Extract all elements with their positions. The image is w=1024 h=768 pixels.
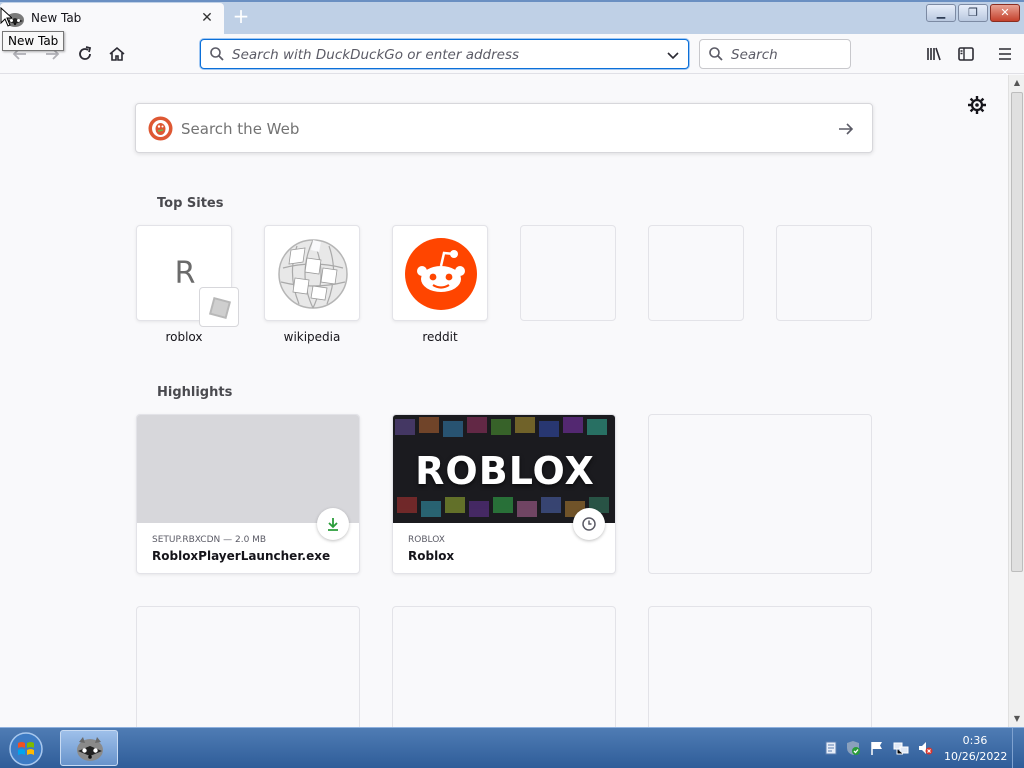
top-site-reddit[interactable] xyxy=(392,225,488,321)
top-site-label-reddit[interactable]: reddit xyxy=(392,330,488,344)
tab-tooltip: New Tab xyxy=(2,31,65,51)
windows-logo-icon xyxy=(9,732,43,766)
restore-icon: ❐ xyxy=(968,6,978,19)
search-bar[interactable] xyxy=(699,39,851,69)
reload-icon xyxy=(79,46,92,60)
web-search-input[interactable] xyxy=(181,119,781,139)
window-restore-button[interactable]: ❐ xyxy=(958,4,988,22)
system-tray xyxy=(818,734,938,762)
tab-strip: New Tab ✕ + ▁ ❐ ✕ xyxy=(0,0,1024,35)
flag-icon[interactable] xyxy=(869,740,885,756)
clock-time[interactable]: 0:36 xyxy=(944,734,1006,747)
highlight-thumbnail xyxy=(137,415,359,523)
sidebar-icon xyxy=(958,47,974,61)
volume-muted-icon[interactable] xyxy=(917,740,933,756)
top-sites-heading: Top Sites xyxy=(157,196,224,211)
highlight-card-roblox[interactable]: ROBLOX ROBLOX Roblox xyxy=(392,414,616,574)
top-site-roblox[interactable]: R xyxy=(136,225,239,327)
top-site-empty xyxy=(648,225,744,321)
reddit-icon xyxy=(405,238,477,310)
show-desktop-button[interactable] xyxy=(1012,728,1024,768)
library-icon xyxy=(927,47,941,61)
site-letter: R xyxy=(174,256,196,291)
highlight-card-empty xyxy=(136,606,360,727)
top-site-empty xyxy=(776,225,872,321)
highlight-card-download[interactable]: SETUP.RBXCDN — 2.0 MB RobloxPlayerLaunch… xyxy=(136,414,360,574)
top-site-label-roblox[interactable]: roblox xyxy=(136,330,232,344)
new-tab-plus-icon[interactable]: + xyxy=(230,6,252,28)
clock-icon xyxy=(573,508,605,540)
highlight-card-empty xyxy=(392,606,616,727)
nav-toolbar xyxy=(0,34,1024,74)
arrow-right-icon[interactable] xyxy=(836,119,856,139)
network-icon[interactable] xyxy=(893,740,909,756)
scrollbar-thumb[interactable] xyxy=(1011,92,1023,572)
security-shield-icon[interactable] xyxy=(845,740,861,756)
reload-button[interactable] xyxy=(71,40,99,68)
highlight-source: SETUP.RBXCDN — 2.0 MB xyxy=(152,535,267,545)
top-site-label-wikipedia[interactable]: wikipedia xyxy=(264,330,360,344)
window-close-button[interactable]: ✕ xyxy=(990,4,1020,22)
address-input[interactable] xyxy=(232,46,652,64)
mouse-cursor-icon xyxy=(0,7,12,27)
gear-icon[interactable] xyxy=(967,95,987,115)
download-icon xyxy=(317,508,349,540)
tab-close-icon[interactable]: ✕ xyxy=(198,9,216,27)
raccoon-icon xyxy=(77,737,103,761)
search-icon xyxy=(210,47,224,61)
search-icon xyxy=(709,47,723,61)
top-site-wikipedia[interactable] xyxy=(264,225,360,321)
close-icon: ✕ xyxy=(1000,6,1010,19)
highlight-source: ROBLOX xyxy=(408,535,445,545)
roblox-icon xyxy=(199,287,239,327)
address-bar[interactable] xyxy=(200,39,689,69)
scroll-down-arrow-icon[interactable]: ▼ xyxy=(1009,711,1024,727)
home-icon xyxy=(109,46,125,61)
search-input[interactable] xyxy=(731,46,841,64)
highlights-heading: Highlights xyxy=(157,385,233,400)
vertical-scrollbar[interactable]: ▲ ▼ xyxy=(1008,75,1024,727)
highlight-title: Roblox xyxy=(408,549,455,563)
tab-title: New Tab xyxy=(31,11,82,25)
library-button[interactable] xyxy=(920,40,948,68)
clock-date[interactable]: 10/26/2022 xyxy=(944,750,1007,763)
wikipedia-globe-icon xyxy=(278,239,348,309)
windows-taskbar: 0:36 10/26/2022 xyxy=(0,727,1024,768)
top-site-empty xyxy=(520,225,616,321)
taskbar-browser-app[interactable] xyxy=(60,730,118,766)
roblox-wordmark: ROBLOX xyxy=(415,449,595,493)
duckduckgo-icon xyxy=(148,116,173,141)
window-minimize-button[interactable]: ▁ xyxy=(926,4,956,22)
menu-button[interactable] xyxy=(991,40,1019,68)
sidebar-button[interactable] xyxy=(952,40,980,68)
scroll-up-arrow-icon[interactable]: ▲ xyxy=(1009,75,1024,91)
web-search-box[interactable] xyxy=(135,103,873,153)
highlight-card-empty xyxy=(648,606,872,727)
roblox-thumbnail: ROBLOX xyxy=(393,415,615,523)
home-button[interactable] xyxy=(103,40,131,68)
start-button[interactable] xyxy=(6,731,46,767)
highlight-card-empty xyxy=(648,414,872,574)
minimize-icon: ▁ xyxy=(936,6,946,19)
highlight-title: RobloxPlayerLauncher.exe xyxy=(152,549,331,563)
hamburger-menu-icon xyxy=(999,48,1011,60)
chevron-down-icon[interactable] xyxy=(665,47,681,63)
notes-icon[interactable] xyxy=(823,740,839,756)
new-tab-page: Top Sites R roblox wikipedia xyxy=(0,75,1008,727)
